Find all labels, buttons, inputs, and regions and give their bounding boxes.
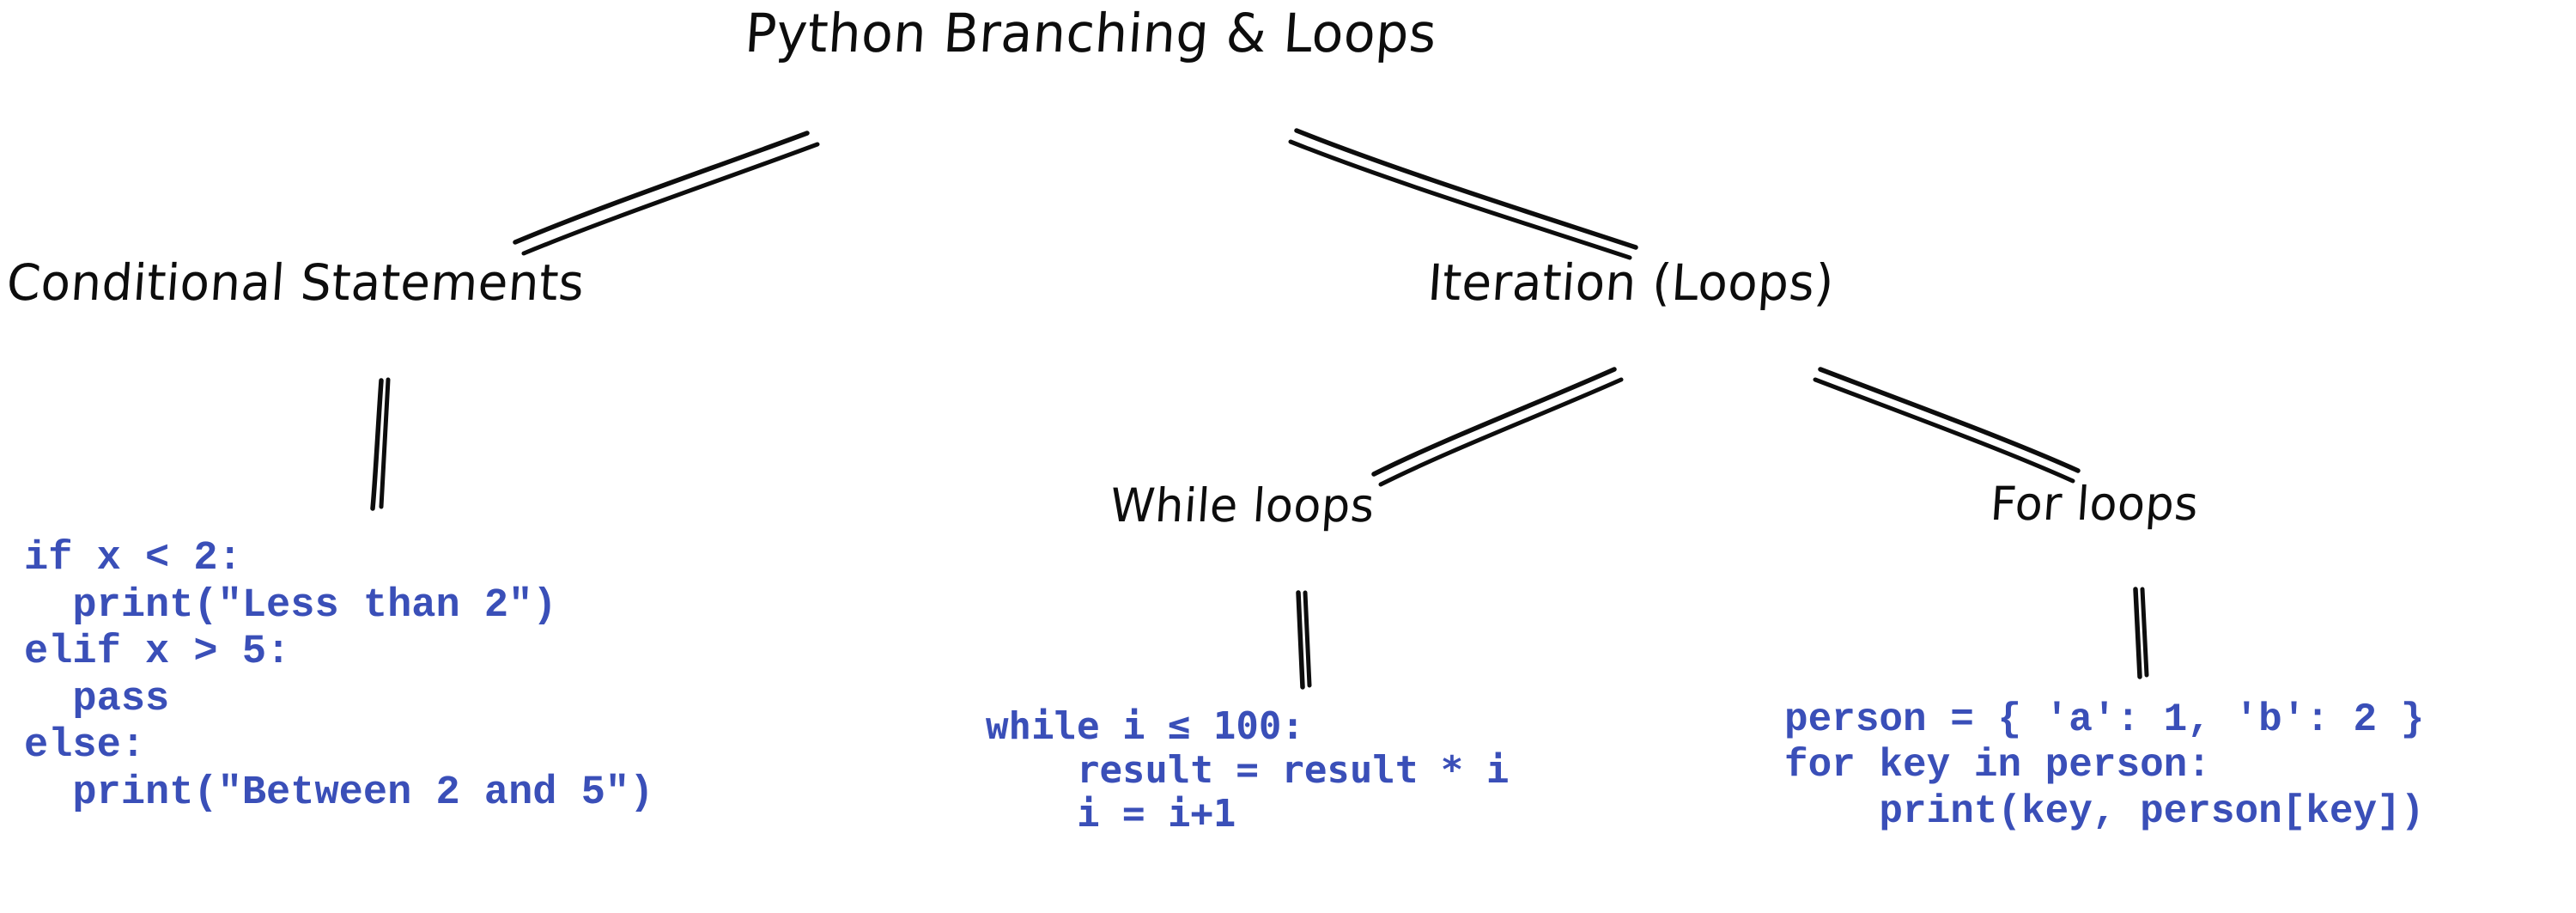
node-while-loops: While loops <box>1108 478 1376 533</box>
node-conditional-statements: Conditional Statements <box>4 253 586 312</box>
diagram-canvas: Python Branching & Loops Conditional Sta… <box>0 0 2576 913</box>
code-while-loop: while i ≤ 100: result = result * i i = i… <box>986 704 1510 837</box>
edge-root-to-iteration <box>1288 128 1638 260</box>
node-iteration-loops: Iteration (Loops) <box>1425 253 1837 312</box>
edge-root-to-conditional <box>513 131 820 256</box>
code-for-loop: person = { 'a': 1, 'b': 2 } for key in p… <box>1784 697 2425 834</box>
edge-for-to-code <box>2133 587 2149 679</box>
edge-conditional-to-code <box>370 377 391 511</box>
edge-while-to-code <box>1296 590 1312 690</box>
edge-iteration-to-while <box>1371 367 1624 487</box>
edge-iteration-to-for <box>1813 367 2081 484</box>
code-conditional-statements: if x < 2: print("Less than 2") elif x > … <box>24 536 654 816</box>
node-for-loops: For loops <box>1988 477 2201 531</box>
node-title: Python Branching & Loops <box>743 2 1439 64</box>
